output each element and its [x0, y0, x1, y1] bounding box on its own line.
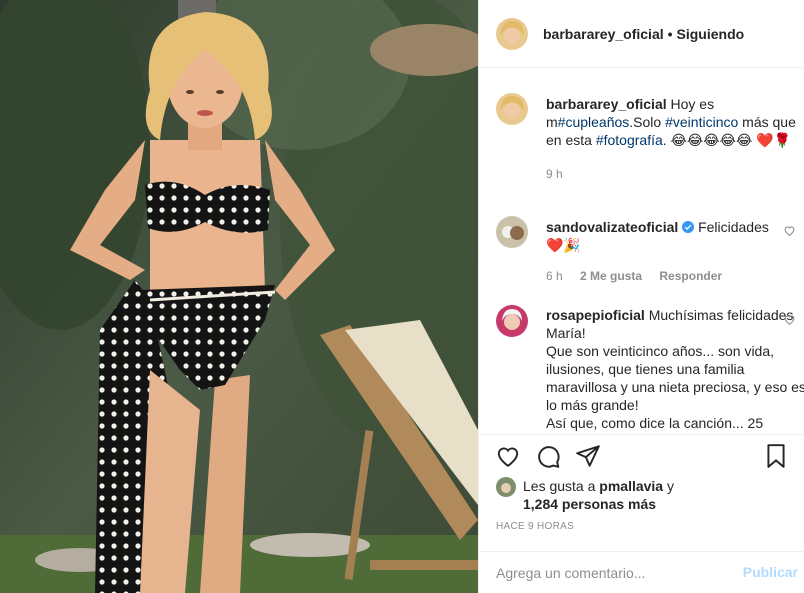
- post-timestamp[interactable]: HACE 9 HORAS: [496, 521, 574, 532]
- liker-avatar[interactable]: [496, 477, 516, 497]
- header-separator: •: [667, 25, 673, 42]
- comment-like-heart-icon[interactable]: [783, 224, 796, 237]
- heart-icon[interactable]: [495, 443, 521, 469]
- verified-badge-icon: [682, 221, 695, 233]
- comment-text: Felicidades: [698, 219, 769, 235]
- comment-likes[interactable]: 2 Me gusta: [580, 269, 642, 283]
- comment-username[interactable]: sandovalizateoficial: [546, 219, 678, 235]
- caption-text: Hoy es: [670, 96, 715, 112]
- reply-button[interactable]: Responder: [659, 269, 722, 283]
- author-avatar[interactable]: [496, 17, 528, 50]
- bookmark-icon[interactable]: [763, 443, 789, 469]
- commenter-avatar[interactable]: [496, 216, 528, 248]
- liker-username[interactable]: pmallavia: [599, 478, 663, 494]
- likes-count[interactable]: 1,284 personas más: [523, 496, 656, 512]
- comment-text: Que son veinticinco años... son vida, il…: [546, 343, 804, 413]
- comment-icon[interactable]: [535, 443, 561, 469]
- publish-button[interactable]: Publicar: [743, 564, 798, 580]
- follow-status-button[interactable]: Siguiendo: [677, 26, 745, 42]
- caption-emojis: ❤️🌹: [756, 132, 792, 148]
- hashtag-link[interactable]: #veinticinco: [665, 114, 738, 130]
- post-header: barbararey_oficial • Siguiendo: [479, 0, 804, 68]
- comment-like-heart-icon[interactable]: [783, 313, 796, 326]
- post-photo[interactable]: [0, 0, 478, 593]
- post-image: [0, 0, 478, 593]
- likes-prefix: Les gusta a: [523, 478, 596, 494]
- post-side-panel: barbararey_oficial • Siguiendo barbararey_…: [478, 0, 804, 593]
- caption-text: .Solo: [629, 114, 666, 130]
- commenter-avatar[interactable]: [496, 305, 528, 337]
- action-icons: [495, 443, 789, 469]
- comment-text: Así que, como dice la canción... 25: [546, 415, 764, 431]
- caption-username[interactable]: barbararey_oficial: [546, 96, 667, 112]
- author-username[interactable]: barbararey_oficial: [543, 26, 664, 42]
- post-actions: Les gusta a pmallavia y 1,284 personas m…: [479, 434, 804, 593]
- comment-time[interactable]: 6 h: [546, 269, 563, 283]
- hashtag-link[interactable]: #fotografía: [596, 132, 663, 148]
- comment-emojis: ❤️🎉: [546, 237, 581, 253]
- caption-emojis: . 😂😂😂😂😂: [662, 132, 753, 148]
- likes-joiner: y: [667, 478, 674, 494]
- hashtag-link[interactable]: #cupleaños: [558, 114, 630, 130]
- caption-text: m: [546, 114, 558, 130]
- caption-time[interactable]: 9 h: [546, 167, 563, 181]
- add-comment-bar: Publicar: [479, 551, 804, 593]
- caption-avatar[interactable]: [496, 93, 528, 125]
- comment-input[interactable]: [496, 562, 726, 584]
- comment-username[interactable]: rosapepioficial: [546, 307, 645, 323]
- share-icon[interactable]: [575, 443, 601, 469]
- comments-list[interactable]: barbararey_oficial Hoy es m#cupleaños.So…: [479, 68, 804, 434]
